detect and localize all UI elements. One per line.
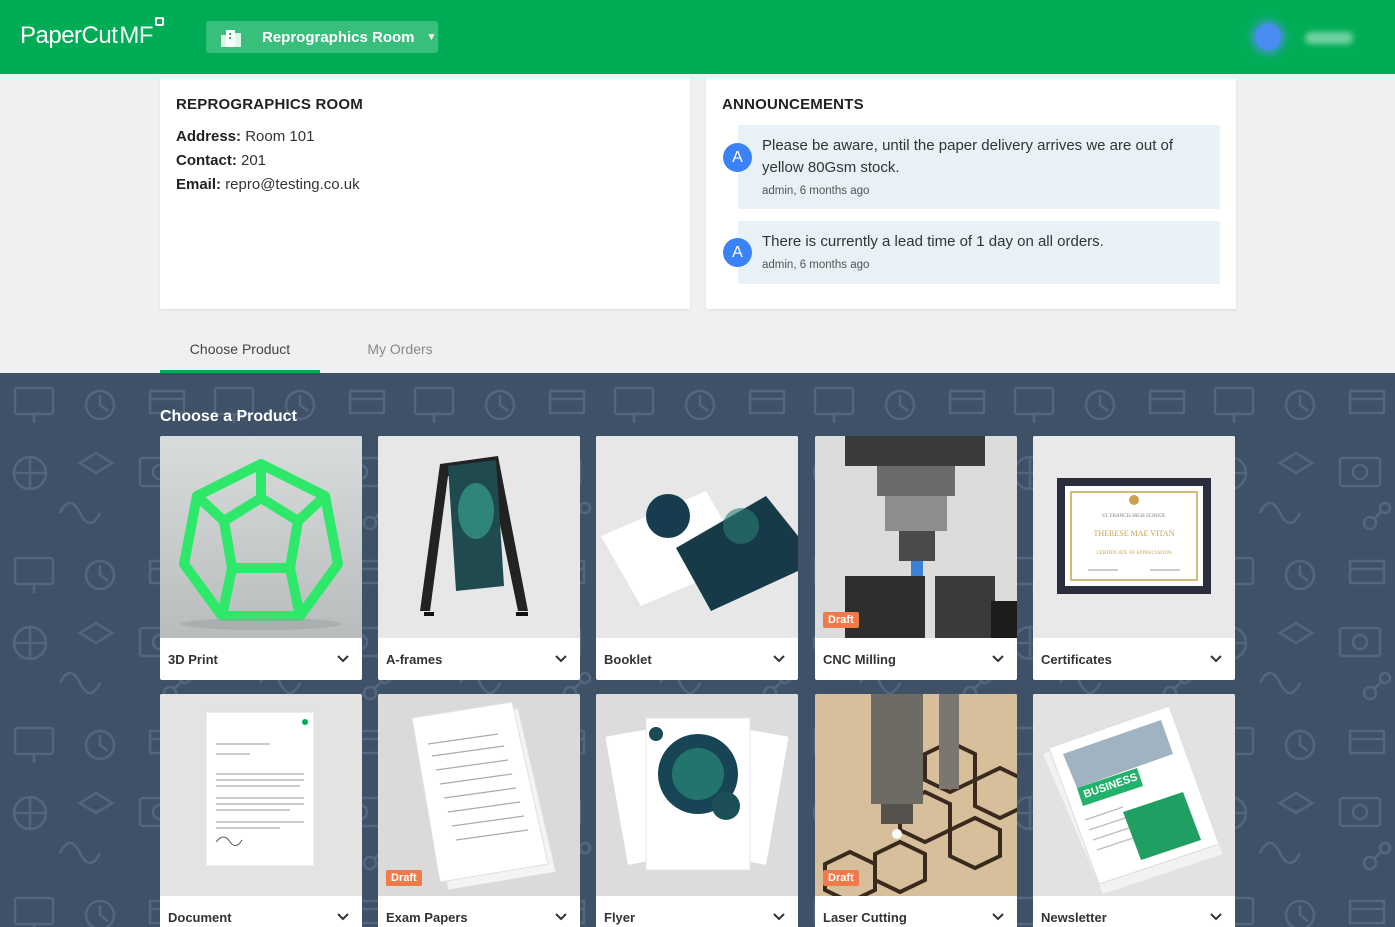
product-footer: Booklet [596,638,798,680]
product-card-exam-papers[interactable]: Draft Exam Papers [378,694,580,927]
chevron-down-icon[interactable] [554,910,568,924]
tab-choose-product[interactable]: Choose Product [160,333,320,373]
product-name: Laser Cutting [823,909,907,925]
flyer-image [596,694,798,896]
building-icon [220,28,242,47]
draft-badge: Draft [823,870,859,886]
product-name: Flyer [604,909,636,925]
section-title: Choose a Product [160,408,297,425]
product-name: Certificates [1041,651,1112,667]
product-footer: CNC Milling [815,638,1017,680]
product-card-certificates[interactable]: ST. FRANCIS HIGH SCHOOL THERESE MAE VITA… [1033,436,1235,680]
announcement-meta: admin, 6 months ago [762,259,870,271]
contact-value: 201 [241,152,267,169]
chevron-down-icon[interactable] [772,910,786,924]
announcement-item: Please be aware, until the paper deliver… [738,125,1220,209]
a-frame-sign-image [378,436,580,638]
certificate-recipient: THERESE MAE VITAN [1094,529,1175,538]
chevron-down-icon[interactable] [772,652,786,666]
logo-mark-icon [155,17,165,26]
product-name: Booklet [604,651,652,667]
chevron-down-icon[interactable] [554,652,568,666]
product-name: Exam Papers [386,909,468,925]
chevron-down-icon[interactable] [1209,910,1223,924]
product-name: Newsletter [1041,909,1107,925]
draft-badge: Draft [386,870,422,886]
address-row: Address: Room 101 [176,125,674,149]
product-card-newsletter[interactable]: BUSINESS Newsletter [1033,694,1235,927]
contact-label: Contact: [176,152,237,169]
tab-label: My Orders [367,341,433,357]
contact-row: Contact: 201 [176,149,674,173]
certificate-school: ST. FRANCIS HIGH SCHOOL [1102,514,1166,519]
logo-text: PaperCut [20,22,118,49]
location-label: Reprographics Room [262,28,415,46]
announcement-item: There is currently a lead time of 1 day … [738,221,1220,284]
product-card-booklet[interactable]: Booklet [596,436,798,680]
chevron-down-icon[interactable] [336,652,350,666]
product-name: 3D Print [168,651,218,667]
top-bar: PaperCut MF Reprographics Room ▼ [0,0,1395,74]
location-selector-button[interactable]: Reprographics Room ▼ [206,21,438,53]
location-info-card: REPROGRAPHICS ROOM Address: Room 101 Con… [160,78,690,309]
announcements-title: ANNOUNCEMENTS [722,96,864,113]
product-card-document[interactable]: Document [160,694,362,927]
chevron-down-icon[interactable] [991,910,1005,924]
caret-down-icon: ▼ [426,31,437,43]
product-card-flyer[interactable]: Flyer [596,694,798,927]
address-label: Address: [176,128,242,145]
papercut-logo[interactable]: PaperCut MF [20,17,165,50]
chevron-down-icon[interactable] [336,910,350,924]
product-footer: Exam Papers [378,896,580,927]
chevron-down-icon[interactable] [991,652,1005,666]
tab-my-orders[interactable]: My Orders [320,333,480,373]
product-section: Choose a Product 3D Print A-frames Bookl… [0,373,1395,927]
announcement-avatar: A [723,143,752,172]
cnc-drill-image [815,436,1017,638]
location-card-title: REPROGRAPHICS ROOM [176,96,363,113]
product-footer: 3D Print [160,638,362,680]
dodecahedron-image [160,436,362,638]
newsletter-image: BUSINESS [1033,694,1235,896]
product-name: CNC Milling [823,651,896,667]
product-card-3d-print[interactable]: 3D Print [160,436,362,680]
announcements-card: ANNOUNCEMENTS Please be aware, until the… [706,78,1236,309]
product-footer: A-frames [378,638,580,680]
product-footer: Certificates [1033,638,1235,680]
product-footer: Newsletter [1033,896,1235,927]
product-name: A-frames [386,651,443,667]
certificate-caption: CERTIFICATE OF APPRECIATION [1096,551,1172,556]
product-name: Document [168,909,232,925]
product-card-cnc-milling[interactable]: Draft CNC Milling [815,436,1017,680]
tab-label: Choose Product [189,341,291,357]
draft-badge: Draft [823,612,859,628]
booklet-image [596,436,798,638]
username-blurred[interactable] [1305,32,1353,44]
document-image [160,694,362,896]
product-card-laser-cutting[interactable]: Draft Laser Cutting [815,694,1017,927]
email-value: repro@testing.co.uk [225,176,360,193]
chevron-down-icon[interactable] [1209,652,1223,666]
email-row: Email: repro@testing.co.uk [176,173,674,197]
user-avatar[interactable] [1255,24,1281,50]
laser-cutter-image [815,694,1017,896]
address-value: Room 101 [245,128,315,145]
product-card-a-frames[interactable]: A-frames [378,436,580,680]
announcement-avatar: A [723,238,752,267]
product-footer: Laser Cutting [815,896,1017,927]
certificate-image: ST. FRANCIS HIGH SCHOOL THERESE MAE VITA… [1033,436,1235,638]
product-footer: Flyer [596,896,798,927]
paper-stack-image [378,694,580,896]
announcement-text: Please be aware, until the paper deliver… [762,137,1174,176]
logo-suffix: MF [119,22,154,49]
announcement-text: There is currently a lead time of 1 day … [762,233,1104,250]
announcement-meta: admin, 6 months ago [762,185,870,197]
product-footer: Document [160,896,362,927]
email-label: Email: [176,176,222,193]
